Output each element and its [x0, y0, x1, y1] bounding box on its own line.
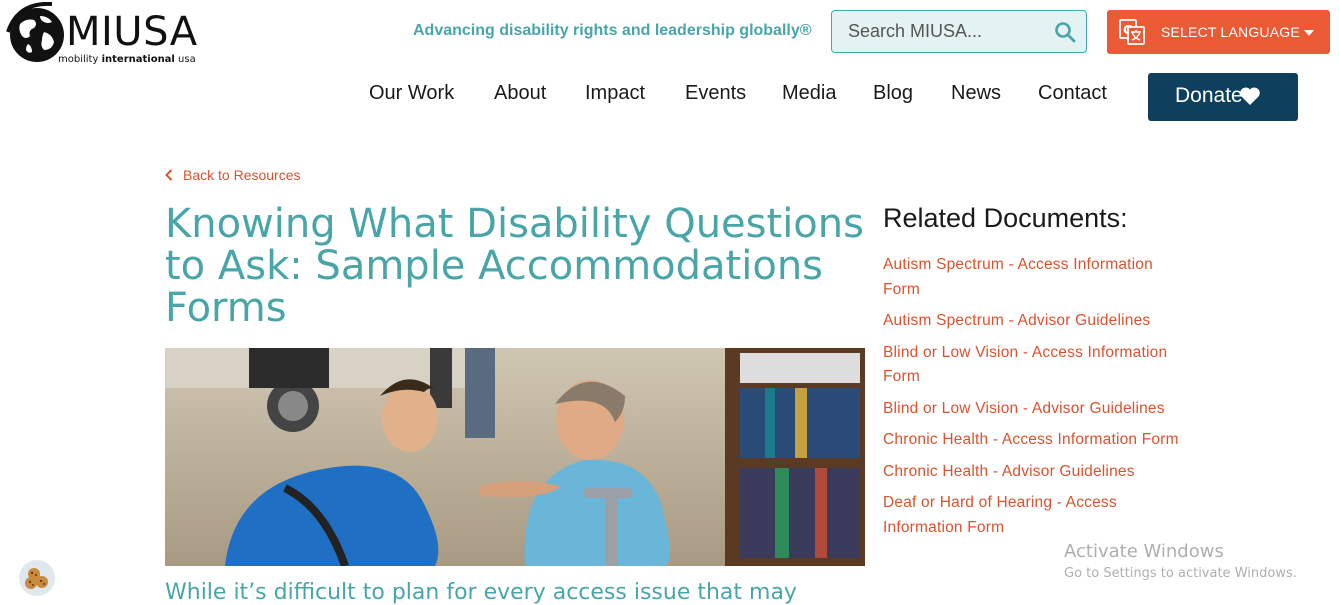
- site-tagline: Advancing disability rights and leadersh…: [413, 22, 812, 39]
- caret-down-icon: [1304, 30, 1314, 36]
- watermark-title: Activate Windows: [1064, 541, 1224, 562]
- related-documents-list: Autism Spectrum - Access Information For…: [883, 253, 1183, 540]
- nav-events[interactable]: Events: [685, 82, 746, 105]
- select-language-button[interactable]: G SELECT LANGUAGE: [1107, 10, 1330, 54]
- windows-activation-watermark: Activate Windows Go to Settings to activ…: [1064, 541, 1297, 581]
- nav-impact[interactable]: Impact: [585, 82, 645, 105]
- watermark-subtitle: Go to Settings to activate Windows.: [1064, 566, 1297, 581]
- select-language-label: SELECT LANGUAGE: [1161, 24, 1300, 40]
- back-to-resources-link[interactable]: Back to Resources: [165, 167, 301, 183]
- cookie-icon: [25, 568, 48, 589]
- heart-icon: [1240, 87, 1260, 105]
- translate-icon: G: [1119, 19, 1145, 45]
- globe-logo-icon: [6, 2, 64, 62]
- logo-subtitle: mobility international usa: [58, 54, 196, 65]
- related-doc-link[interactable]: Chronic Health - Advisor Guidelines: [883, 460, 1183, 485]
- related-doc-link[interactable]: Autism Spectrum - Advisor Guidelines: [883, 309, 1183, 334]
- related-doc-link[interactable]: Blind or Low Vision - Advisor Guidelines: [883, 397, 1183, 422]
- logo-sub-mobility: mobility: [58, 54, 99, 65]
- nav-blog[interactable]: Blog: [873, 82, 913, 105]
- logo-wordmark: MIUSA: [66, 9, 198, 55]
- logo-sub-usa: usa: [178, 54, 196, 65]
- chevron-left-icon: [165, 169, 173, 181]
- article-photo: [165, 348, 865, 566]
- article-intro: While it’s difficult to plan for every a…: [165, 580, 797, 605]
- donate-label: Donate: [1175, 84, 1243, 107]
- back-to-resources-label: Back to Resources: [183, 167, 301, 183]
- search-icon[interactable]: [1054, 21, 1076, 43]
- nav-our-work[interactable]: Our Work: [369, 82, 454, 105]
- logo-sub-international: international: [101, 54, 175, 65]
- nav-about[interactable]: About: [494, 82, 546, 105]
- related-doc-link[interactable]: Autism Spectrum - Access Information For…: [883, 253, 1183, 302]
- nav-news[interactable]: News: [951, 82, 1001, 105]
- nav-media[interactable]: Media: [782, 82, 836, 105]
- photo-illustration: [165, 348, 865, 566]
- related-documents-heading: Related Documents:: [883, 203, 1128, 233]
- cookie-settings-button[interactable]: [19, 560, 55, 596]
- miusa-logo[interactable]: MIUSA mobility international usa: [6, 2, 198, 68]
- related-doc-link[interactable]: Deaf or Hard of Hearing - Access Informa…: [883, 491, 1183, 540]
- related-doc-link[interactable]: Chronic Health - Access Information Form: [883, 428, 1183, 453]
- related-doc-link[interactable]: Blind or Low Vision - Access Information…: [883, 341, 1183, 390]
- nav-contact[interactable]: Contact: [1038, 82, 1107, 105]
- search-input[interactable]: [832, 11, 1042, 52]
- search-box: [831, 10, 1087, 53]
- page-title: Knowing What Disability Questions to Ask…: [165, 201, 864, 331]
- donate-button[interactable]: Donate: [1148, 73, 1298, 121]
